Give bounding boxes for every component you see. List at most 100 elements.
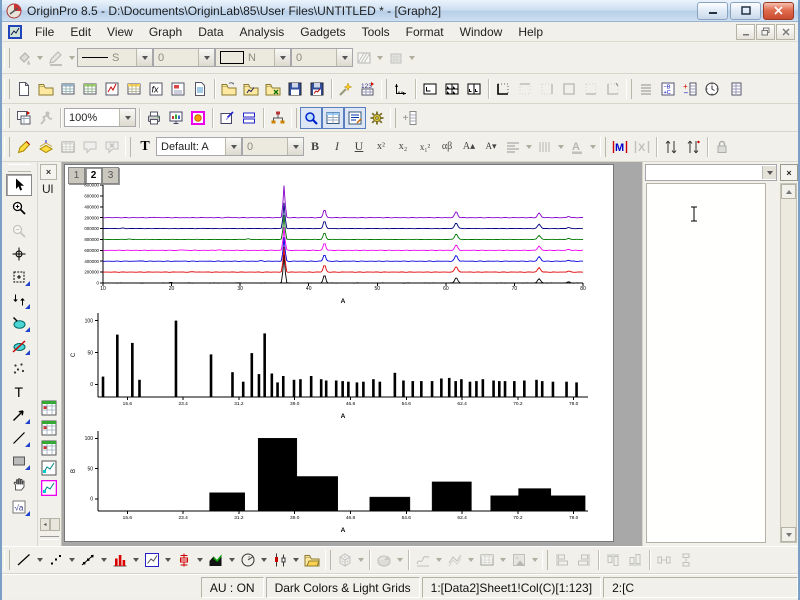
- italic-button[interactable]: I: [326, 136, 348, 158]
- new-function-button[interactable]: fx: [145, 78, 167, 100]
- print-button[interactable]: [143, 107, 165, 129]
- format-object-button[interactable]: [13, 136, 35, 158]
- duplicate-window-button[interactable]: [13, 107, 35, 129]
- hatch-pattern-dropdown[interactable]: [375, 47, 385, 69]
- alignment-button[interactable]: [502, 136, 524, 158]
- annotation-button[interactable]: [6, 266, 32, 288]
- plot-polar-button[interactable]: r: [237, 549, 259, 571]
- plot-stock-button[interactable]: [269, 549, 291, 571]
- import-wizard-button[interactable]: [335, 78, 357, 100]
- fill-color-button[interactable]: [13, 47, 35, 69]
- strip-scroll-left-icon[interactable]: ◂: [40, 518, 50, 531]
- plot-area-dropdown[interactable]: [227, 549, 237, 571]
- edit-graph-button[interactable]: [216, 107, 238, 129]
- line-style-dropdown-button[interactable]: [136, 49, 152, 66]
- underline-button[interactable]: U: [348, 136, 370, 158]
- font-name-combo[interactable]: Default: A: [156, 137, 242, 156]
- plot-line-dropdown[interactable]: [35, 549, 45, 571]
- plot-3d-pie-button[interactable]: [373, 549, 395, 571]
- line-width-dropdown-button[interactable]: [198, 49, 214, 66]
- zoom-level-dropdown-button[interactable]: [119, 109, 135, 126]
- unmask-points-button[interactable]: [6, 335, 32, 357]
- close-button[interactable]: [763, 2, 794, 20]
- new-layout-button[interactable]: [167, 78, 189, 100]
- zoom-in-button[interactable]: [6, 197, 32, 219]
- format-worksheet-button[interactable]: [57, 136, 79, 158]
- project-explorer-button[interactable]: [267, 107, 289, 129]
- rectangle-tool-button[interactable]: [6, 450, 32, 472]
- add-comment-button[interactable]: [79, 136, 101, 158]
- border-width-combo[interactable]: 0: [291, 48, 353, 67]
- child-minimize-button[interactable]: [736, 24, 755, 40]
- set-column-values-button[interactable]: −B+C: [657, 78, 679, 100]
- menu-window[interactable]: Window: [452, 23, 511, 41]
- hatch-pattern-button[interactable]: [353, 47, 375, 69]
- border-style-combo[interactable]: N: [215, 48, 291, 67]
- font-color-button[interactable]: A: [566, 136, 588, 158]
- quick-help-content[interactable]: [646, 183, 766, 543]
- flyout-corner-icon[interactable]: [25, 304, 30, 309]
- cluster-button[interactable]: [6, 358, 32, 380]
- bold-button[interactable]: B: [304, 136, 326, 158]
- window-book1-icon[interactable]: [41, 400, 58, 415]
- zoom-out-button[interactable]: [6, 220, 32, 242]
- view-zoom-button[interactable]: [300, 107, 322, 129]
- subscript-button[interactable]: x₂: [392, 136, 414, 158]
- alignment-dropdown[interactable]: [524, 136, 534, 158]
- view-options-button[interactable]: [366, 107, 388, 129]
- plot-column-dropdown[interactable]: [131, 549, 141, 571]
- unmask-range-button[interactable]: X: [631, 136, 653, 158]
- new-notes-button[interactable]: [189, 78, 211, 100]
- align-right-button[interactable]: [573, 549, 595, 571]
- pan-tool-button[interactable]: [6, 473, 32, 495]
- text-tool-indicator-button[interactable]: T: [134, 136, 156, 158]
- quick-help-close-icon[interactable]: ×: [780, 164, 798, 181]
- window-book3-icon[interactable]: [41, 440, 58, 455]
- open-excel-button[interactable]: [262, 78, 284, 100]
- menu-help[interactable]: Help: [510, 23, 551, 41]
- new-matrix-button[interactable]: [123, 78, 145, 100]
- formula-tool-button[interactable]: √a: [6, 496, 32, 518]
- line-color-dropdown[interactable]: [67, 47, 77, 69]
- line-tool-button[interactable]: [6, 427, 32, 449]
- menu-tools[interactable]: Tools: [354, 23, 398, 41]
- border-style-dropdown-button[interactable]: [274, 49, 290, 66]
- new-graph-button[interactable]: [101, 78, 123, 100]
- border-width-dropdown-button[interactable]: [336, 49, 352, 66]
- add-delete-columns-button[interactable]: +−: [679, 78, 701, 100]
- draft-view-button[interactable]: [187, 107, 209, 129]
- strip-scrollbar[interactable]: ◂: [40, 518, 60, 529]
- quick-help-combo[interactable]: [645, 164, 777, 181]
- menu-analysis[interactable]: Analysis: [232, 23, 293, 41]
- axis-top-button[interactable]: [514, 78, 536, 100]
- spacing-dropdown[interactable]: [556, 136, 566, 158]
- layer-single-button[interactable]: [419, 78, 441, 100]
- plot-template-dropdown[interactable]: [163, 549, 173, 571]
- fill-area-pattern-dropdown[interactable]: [407, 47, 417, 69]
- new-workbook-button[interactable]: [57, 78, 79, 100]
- axis-frame-button[interactable]: [558, 78, 580, 100]
- line-color-button[interactable]: [45, 47, 67, 69]
- save-project-button[interactable]: [284, 78, 306, 100]
- mask-points-button[interactable]: [6, 312, 32, 334]
- strip-close-icon[interactable]: ×: [40, 164, 57, 180]
- font-name-dropdown-button[interactable]: [225, 138, 241, 155]
- layout-rows-button[interactable]: [238, 107, 260, 129]
- text-tool-button[interactable]: T: [6, 381, 32, 403]
- date-time-button[interactable]: [701, 78, 723, 100]
- stack-lines-button[interactable]: [635, 78, 657, 100]
- restore-button[interactable]: [730, 2, 761, 20]
- mask-range-button[interactable]: M: [609, 136, 631, 158]
- menu-data[interactable]: Data: [190, 23, 231, 41]
- child-restore-button[interactable]: [756, 24, 775, 40]
- superscript-button[interactable]: x²: [370, 136, 392, 158]
- plot-polar-dropdown[interactable]: [259, 549, 269, 571]
- flyout-corner-icon[interactable]: [25, 281, 30, 286]
- add-new-columns-button[interactable]: +: [399, 107, 421, 129]
- plot-matrix-dropdown[interactable]: [498, 549, 508, 571]
- child-close-button[interactable]: [776, 24, 795, 40]
- new-book-button[interactable]: [723, 78, 745, 100]
- font-size-dropdown-button[interactable]: [287, 138, 303, 155]
- menu-file[interactable]: File: [27, 23, 62, 41]
- line-width-combo[interactable]: 0: [153, 48, 215, 67]
